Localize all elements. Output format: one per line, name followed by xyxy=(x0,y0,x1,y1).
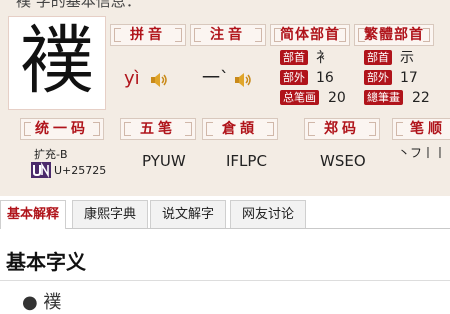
simplified-radical-value: 衤 xyxy=(316,50,330,66)
character-display: 襆 xyxy=(8,16,106,110)
section-heading: 基本字义 xyxy=(6,250,86,274)
zhuyin-speaker-icon[interactable] xyxy=(234,72,252,88)
bishun-value: 丶フ丨丨 xyxy=(398,146,447,160)
pinyin-speaker-icon[interactable] xyxy=(150,72,168,88)
traditional-radical-header: 繁體部首 xyxy=(354,24,434,46)
simplified-radical-header: 简体部首 xyxy=(270,24,350,46)
zhengma-value: WSEO xyxy=(320,152,366,170)
unicode-block: 扩充-B xyxy=(34,148,68,161)
definition-entry: ● 襆 xyxy=(22,292,62,313)
simplified-total-badge: 总笔画 xyxy=(280,90,319,105)
section-divider xyxy=(0,280,450,281)
zhengma-header: 郑码 xyxy=(304,118,380,140)
character-info-panel: 襆 字的基本信息： 襆 拼音 yì 注音 一` 简体部首 部首 衤 部外 16 … xyxy=(0,0,450,196)
wubi-header: 五笔 xyxy=(120,118,196,140)
bishun-header: 笔顺 xyxy=(392,118,450,140)
traditional-radical-value: 示 xyxy=(400,50,414,66)
simplified-radical-badge: 部首 xyxy=(280,50,308,65)
traditional-outside-value: 17 xyxy=(400,70,418,86)
simplified-total-value: 20 xyxy=(328,90,346,106)
traditional-outside-badge: 部外 xyxy=(364,70,392,85)
traditional-total-badge: 總筆畫 xyxy=(364,90,403,105)
pinyin-value: yì xyxy=(124,68,140,89)
tab-basic-explanation[interactable]: 基本解释 xyxy=(0,200,66,229)
tab-bar: 基本解释 康熙字典 说文解字 网友讨论 xyxy=(0,200,450,229)
unicode-header: 统一码 xyxy=(20,118,104,140)
header-strip: 襆 字的基本信息： xyxy=(0,0,450,12)
wubi-value: PYUW xyxy=(142,152,186,170)
character-glyph: 襆 xyxy=(20,18,94,104)
tab-shuowen-jiezi[interactable]: 说文解字 xyxy=(150,200,226,228)
zhuyin-header: 注音 xyxy=(190,24,266,46)
cangjie-header: 倉頡 xyxy=(202,118,278,140)
unicode-code: U+25725 xyxy=(54,164,107,177)
tab-kangxi-dictionary[interactable]: 康熙字典 xyxy=(72,200,148,228)
pinyin-header: 拼音 xyxy=(110,24,186,46)
simplified-outside-badge: 部外 xyxy=(280,70,308,85)
unicode-logo-icon xyxy=(31,162,51,178)
zhuyin-value: 一` xyxy=(202,68,229,89)
traditional-total-value: 22 xyxy=(412,90,430,106)
tab-user-discussion[interactable]: 网友讨论 xyxy=(230,200,306,228)
cangjie-value: IFLPC xyxy=(226,152,267,170)
traditional-radical-badge: 部首 xyxy=(364,50,392,65)
header-title: 襆 字的基本信息： xyxy=(16,0,141,10)
simplified-outside-value: 16 xyxy=(316,70,334,86)
